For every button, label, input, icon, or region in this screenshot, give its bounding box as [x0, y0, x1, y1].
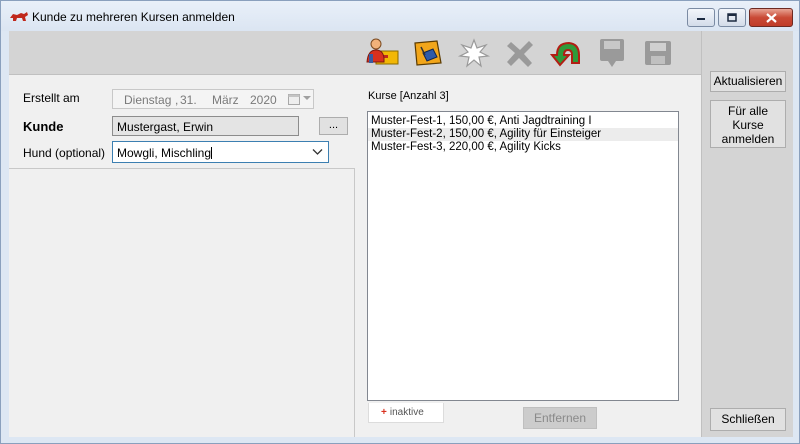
refresh-button[interactable]: Aktualisieren: [710, 71, 786, 92]
plus-icon: +: [381, 407, 387, 418]
date-comma: ,: [175, 93, 179, 107]
inaktive-label: inaktive: [389, 407, 424, 418]
text-caret: [211, 147, 213, 159]
browse-customer-button[interactable]: ...: [319, 117, 348, 135]
chevron-down-icon[interactable]: [312, 148, 323, 156]
date-weekday: Dienstag: [124, 93, 172, 107]
app-window: Kunde zu mehreren Kursen anmelden Erstel…: [0, 0, 800, 444]
maximize-icon: [727, 13, 737, 22]
list-item[interactable]: Muster-Fest-1, 150,00 €, Anti Jagdtraini…: [368, 115, 678, 128]
minimize-icon: [697, 17, 705, 20]
dog-app-icon: [10, 12, 28, 21]
save-icon: [645, 41, 671, 65]
user-card-button[interactable]: [363, 35, 401, 71]
minimize-button[interactable]: [687, 8, 715, 27]
maximize-button[interactable]: [718, 8, 746, 27]
hund-value: Mowgli, Mischling: [117, 146, 212, 160]
list-item[interactable]: Muster-Fest-2, 150,00 €, Agility für Ein…: [368, 128, 678, 141]
date-month: März: [212, 93, 239, 107]
user-card-icon: [366, 38, 399, 65]
date-day: 31.: [180, 93, 197, 107]
kurse-header: Kurse [Anzahl 3]: [368, 90, 449, 102]
date-year: 2020: [250, 93, 277, 107]
window-title: Kunde zu mehreren Kursen anmelden: [32, 10, 235, 24]
courses-listbox[interactable]: Muster-Fest-1, 150,00 €, Anti Jagdtraini…: [367, 111, 679, 401]
client-area: Erstellt am Dienstag , 31. März 2020 Kun: [9, 31, 793, 437]
toolbar: [9, 31, 701, 75]
register-all-line3: anmelden: [721, 132, 775, 146]
register-all-line1: Für alle: [727, 104, 768, 118]
edit-note-icon: [414, 40, 442, 66]
close-window-button[interactable]: [749, 8, 793, 27]
close-icon: [765, 12, 777, 23]
title-bar[interactable]: Kunde zu mehreren Kursen anmelden: [1, 1, 799, 31]
burst-icon: [457, 38, 491, 68]
delete-button[interactable]: [501, 35, 539, 71]
undo-button[interactable]: [547, 35, 585, 71]
list-item[interactable]: Muster-Fest-3, 220,00 €, Agility Kicks: [368, 141, 678, 154]
erstellt-label: Erstellt am: [23, 91, 80, 105]
kunde-field: Mustergast, Erwin: [112, 116, 299, 136]
created-date-picker: Dienstag , 31. März 2020: [112, 89, 314, 109]
chevron-down-icon: [303, 96, 311, 100]
hund-label: Hund (optional): [23, 146, 106, 160]
action-sidebar: Aktualisieren Für alle Kurse anmelden Sc…: [701, 31, 793, 437]
register-all-line2: Kurse: [732, 118, 764, 132]
save-down-icon: [600, 39, 624, 67]
save-down-button[interactable]: [593, 35, 631, 71]
courses-panel: Kurse [Anzahl 3] Muster-Fest-1, 150,00 €…: [356, 77, 701, 437]
kunde-label: Kunde: [23, 119, 64, 134]
save-button[interactable]: [639, 35, 677, 71]
cross-arrow-icon: [507, 41, 533, 67]
customer-form: Erstellt am Dienstag , 31. März 2020 Kun: [9, 77, 355, 169]
new-item-button[interactable]: [455, 35, 493, 71]
close-button[interactable]: Schließen: [710, 408, 786, 431]
remove-button[interactable]: Entfernen: [523, 407, 597, 429]
inaktive-toggle[interactable]: + inaktive: [368, 403, 444, 423]
register-all-button[interactable]: Für alle Kurse anmelden: [710, 100, 786, 148]
customer-panel: Erstellt am Dienstag , 31. März 2020 Kun: [9, 77, 355, 437]
calendar-icon: [288, 94, 300, 105]
hund-combobox[interactable]: Mowgli, Mischling: [112, 141, 329, 163]
undo-arrow-icon: [549, 41, 580, 67]
edit-note-button[interactable]: [409, 35, 447, 71]
